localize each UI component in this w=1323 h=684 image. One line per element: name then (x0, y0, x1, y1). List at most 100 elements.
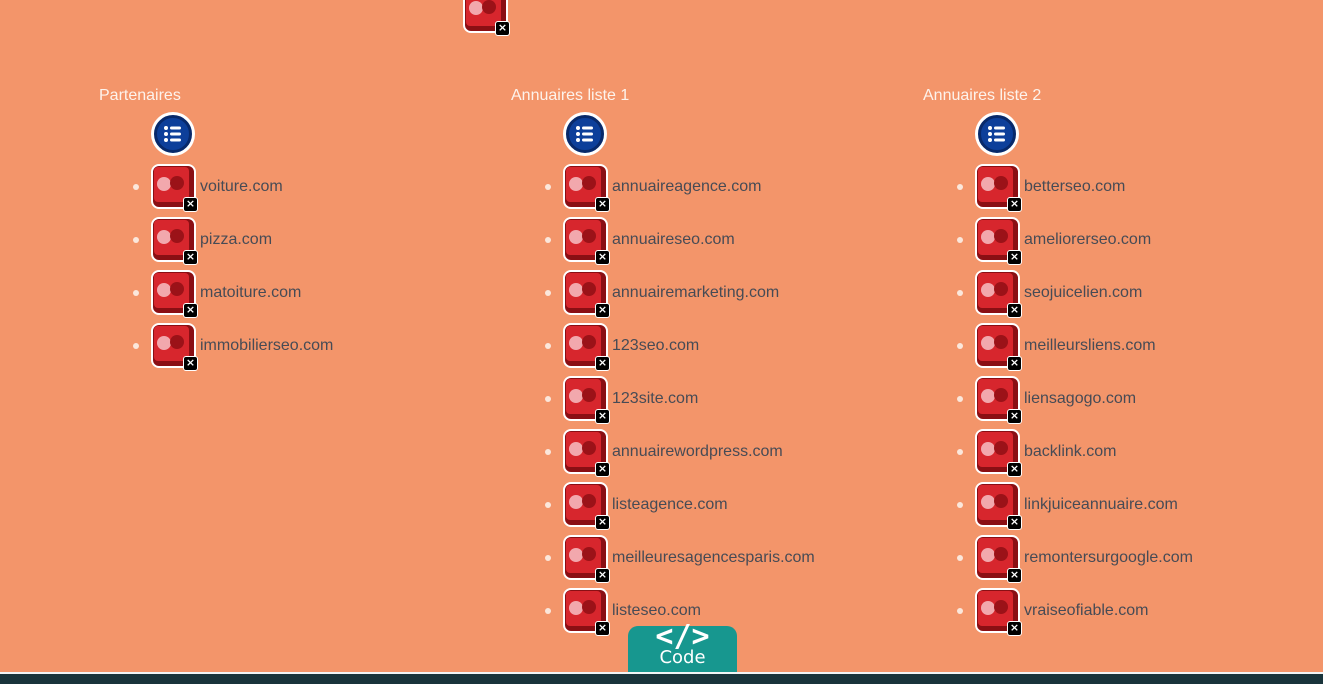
link-text[interactable]: annuairemarketing.com (612, 284, 779, 302)
close-icon[interactable]: × (595, 250, 610, 265)
red-app-icon[interactable]: × (151, 323, 198, 371)
link-text[interactable]: backlink.com (1024, 443, 1116, 461)
red-app-icon[interactable]: × (563, 270, 610, 318)
close-icon[interactable]: × (595, 462, 610, 477)
bullet (957, 449, 963, 455)
close-icon[interactable]: × (1007, 356, 1022, 371)
bullet (545, 555, 551, 561)
bullet (957, 184, 963, 190)
red-app-icon[interactable]: × (151, 217, 198, 265)
link-text[interactable]: matoiture.com (200, 284, 301, 302)
close-icon[interactable]: × (595, 303, 610, 318)
red-app-icon[interactable]: × (975, 429, 1022, 477)
link-text[interactable]: annuaireagence.com (612, 178, 761, 196)
bullet (545, 290, 551, 296)
red-app-icon[interactable]: × (463, 0, 510, 36)
code-button[interactable]: </> Code (628, 622, 737, 676)
list-item: × ameliorerseo.com (923, 217, 1193, 265)
list-item: × pizza.com (99, 217, 333, 265)
link-text[interactable]: ameliorerseo.com (1024, 231, 1151, 249)
red-app-icon[interactable]: × (975, 482, 1022, 530)
column-partenaires: Partenaires × voiture.com × pizza.com × matoi… (99, 87, 333, 376)
list-item: × immobilierseo.com (99, 323, 333, 371)
close-icon[interactable]: × (1007, 409, 1022, 424)
code-button-label: Code (659, 647, 706, 668)
red-app-icon[interactable]: × (563, 535, 610, 583)
bullet (133, 184, 139, 190)
list-item: × linkjuiceannuaire.com (923, 482, 1193, 530)
bullet (545, 237, 551, 243)
close-icon[interactable]: × (183, 250, 198, 265)
bullet (957, 237, 963, 243)
close-icon[interactable]: × (183, 303, 198, 318)
red-app-icon[interactable]: × (563, 376, 610, 424)
link-text[interactable]: 123seo.com (612, 337, 699, 355)
list-icon[interactable] (151, 112, 195, 156)
top-app-icon[interactable]: × (463, 0, 510, 36)
close-icon[interactable]: × (1007, 303, 1022, 318)
link-text[interactable]: betterseo.com (1024, 178, 1125, 196)
red-app-icon[interactable]: × (563, 482, 610, 530)
list-item: × vraiseofiable.com (923, 588, 1193, 636)
red-app-icon[interactable]: × (563, 217, 610, 265)
link-text[interactable]: seojuicelien.com (1024, 284, 1142, 302)
red-app-icon[interactable]: × (975, 217, 1022, 265)
link-text[interactable]: annuairewordpress.com (612, 443, 783, 461)
list-item: × seojuicelien.com (923, 270, 1193, 318)
link-text[interactable]: vraiseofiable.com (1024, 602, 1149, 620)
bullet (133, 237, 139, 243)
close-icon[interactable]: × (595, 356, 610, 371)
close-icon[interactable]: × (1007, 197, 1022, 212)
link-text[interactable]: pizza.com (200, 231, 272, 249)
list-item: × annuairewordpress.com (511, 429, 815, 477)
link-text[interactable]: listeagence.com (612, 496, 728, 514)
list-item: × remontersurgoogle.com (923, 535, 1193, 583)
list-item: × meilleuresagencesparis.com (511, 535, 815, 583)
close-icon[interactable]: × (1007, 568, 1022, 583)
column-annuaires-2: Annuaires liste 2 × betterseo.com × amelior… (923, 87, 1193, 641)
close-icon[interactable]: × (595, 515, 610, 530)
close-icon[interactable]: × (1007, 621, 1022, 636)
red-app-icon[interactable]: × (563, 323, 610, 371)
link-text[interactable]: listeseo.com (612, 602, 701, 620)
list-icon[interactable] (563, 112, 607, 156)
close-icon[interactable]: × (1007, 515, 1022, 530)
close-icon[interactable]: × (595, 621, 610, 636)
red-app-icon[interactable]: × (563, 429, 610, 477)
red-app-icon[interactable]: × (975, 270, 1022, 318)
close-icon[interactable]: × (1007, 250, 1022, 265)
close-icon[interactable]: × (183, 356, 198, 371)
link-text[interactable]: meilleursliens.com (1024, 337, 1156, 355)
link-text[interactable]: 123site.com (612, 390, 698, 408)
red-app-icon[interactable]: × (975, 588, 1022, 636)
list-item: × meilleursliens.com (923, 323, 1193, 371)
link-text[interactable]: remontersurgoogle.com (1024, 549, 1193, 567)
link-text[interactable]: voiture.com (200, 178, 283, 196)
list-item: × matoiture.com (99, 270, 333, 318)
close-icon[interactable]: × (595, 568, 610, 583)
red-app-icon[interactable]: × (975, 164, 1022, 212)
close-icon[interactable]: × (595, 409, 610, 424)
link-text[interactable]: liensagogo.com (1024, 390, 1136, 408)
link-text[interactable]: annuaireseo.com (612, 231, 735, 249)
bottom-bar (0, 672, 1323, 684)
red-app-icon[interactable]: × (151, 270, 198, 318)
column-title: Annuaires liste 2 (923, 87, 1042, 104)
close-icon[interactable]: × (1007, 462, 1022, 477)
red-app-icon[interactable]: × (975, 535, 1022, 583)
link-text[interactable]: meilleuresagencesparis.com (612, 549, 815, 567)
close-icon[interactable]: × (495, 21, 510, 36)
red-app-icon[interactable]: × (563, 588, 610, 636)
list-icon[interactable] (975, 112, 1019, 156)
link-text[interactable]: immobilierseo.com (200, 337, 333, 355)
close-icon[interactable]: × (595, 197, 610, 212)
list-item: × 123seo.com (511, 323, 815, 371)
red-app-icon[interactable]: × (975, 376, 1022, 424)
close-icon[interactable]: × (183, 197, 198, 212)
link-text[interactable]: linkjuiceannuaire.com (1024, 496, 1178, 514)
red-app-icon[interactable]: × (151, 164, 198, 212)
red-app-icon[interactable]: × (975, 323, 1022, 371)
red-app-icon[interactable]: × (563, 164, 610, 212)
bullet (957, 608, 963, 614)
list-item: × annuaireseo.com (511, 217, 815, 265)
